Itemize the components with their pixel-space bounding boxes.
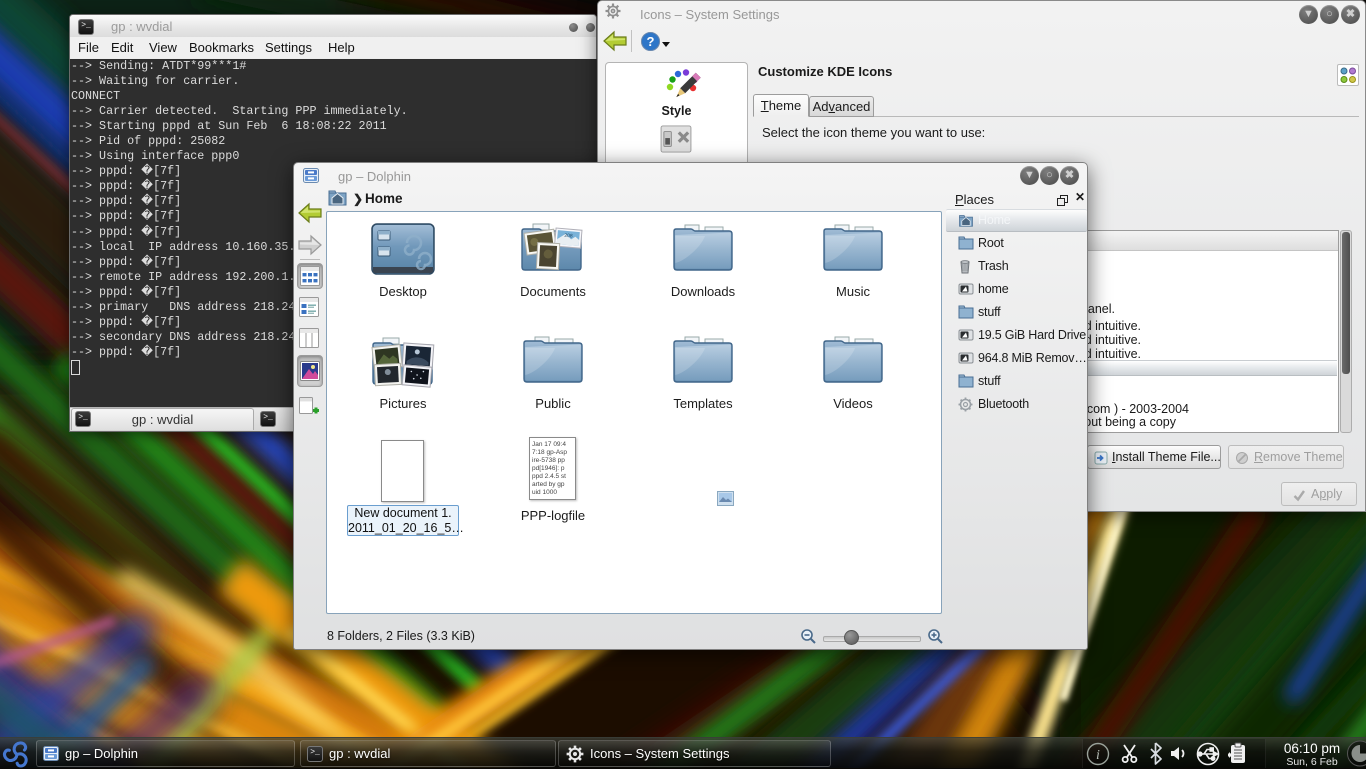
- svg-text:?: ?: [647, 34, 655, 49]
- svg-text:i: i: [1096, 748, 1100, 763]
